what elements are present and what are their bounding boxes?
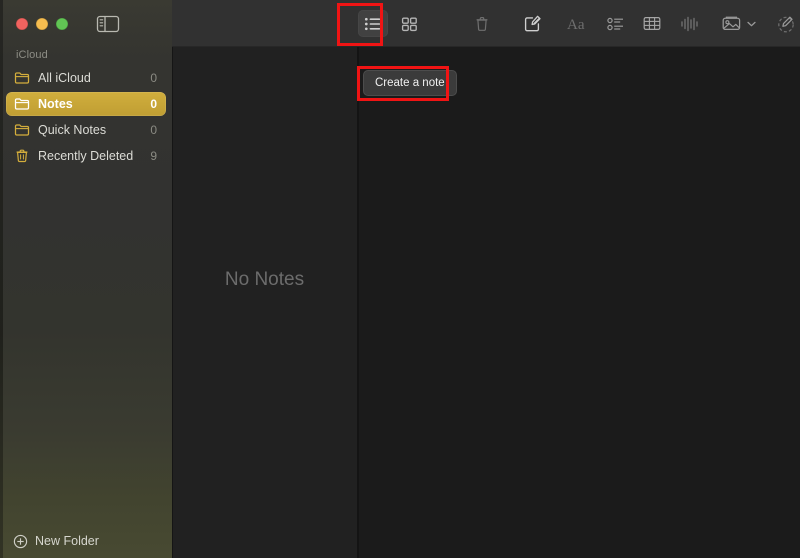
sidebar-section-header: iCloud [16, 49, 48, 61]
sidebar-item-count: 0 [150, 123, 157, 137]
compose-note-button[interactable] [518, 10, 546, 37]
sidebar: iCloud All iCloud 0 [0, 0, 172, 558]
minimize-button[interactable] [36, 18, 48, 30]
list-view-button[interactable] [358, 10, 388, 37]
sidebar-item-count: 0 [150, 71, 157, 85]
new-folder-label: New Folder [35, 534, 99, 548]
markup-icon [777, 15, 796, 33]
sidebar-item-notes[interactable]: Notes 0 [6, 92, 166, 116]
audio-icon [680, 16, 700, 32]
table-icon [643, 16, 661, 31]
gallery-view-button[interactable] [395, 10, 423, 37]
note-editor[interactable] [359, 47, 800, 558]
folder-list: All iCloud 0 Notes 0 [6, 66, 166, 170]
trash-icon [474, 15, 490, 33]
close-button[interactable] [16, 18, 28, 30]
format-text-button[interactable]: Aa [564, 10, 592, 37]
sidebar-left-edge [0, 0, 3, 558]
sidebar-item-label: Quick Notes [38, 123, 144, 137]
plus-circle-icon [13, 534, 28, 549]
toolbar: Aa [172, 0, 800, 47]
table-button[interactable] [639, 10, 665, 37]
notes-app-window: iCloud All iCloud 0 [0, 0, 800, 558]
sidebar-item-count: 9 [150, 149, 157, 163]
compose-note-icon [523, 15, 542, 33]
delete-note-button[interactable] [469, 10, 495, 37]
trash-icon [14, 148, 30, 164]
sidebar-item-label: Recently Deleted [38, 149, 144, 163]
sidebar-item-label: Notes [38, 97, 144, 111]
sidebar-item-quick-notes[interactable]: Quick Notes 0 [6, 118, 166, 142]
chevron-down-icon [747, 21, 756, 27]
traffic-lights [16, 18, 68, 30]
note-list-column[interactable]: No Notes [172, 47, 357, 558]
format-text-icon: Aa [566, 16, 590, 32]
folder-icon [14, 96, 30, 112]
empty-state-label: No Notes [172, 269, 357, 291]
tooltip: Create a note [363, 70, 457, 96]
sidebar-toggle-icon[interactable] [96, 14, 120, 34]
media-icon [722, 15, 744, 32]
sidebar-item-recently-deleted[interactable]: Recently Deleted 9 [6, 144, 166, 168]
folder-icon [14, 70, 30, 86]
checklist-icon [607, 16, 625, 32]
folder-icon [14, 122, 30, 138]
sidebar-item-count: 0 [150, 97, 157, 111]
svg-text:Aa: Aa [567, 17, 585, 32]
sidebar-item-label: All iCloud [38, 71, 144, 85]
sidebar-list-divider [172, 47, 173, 558]
gallery-view-icon [401, 16, 418, 32]
markup-button[interactable] [772, 10, 800, 37]
checklist-button[interactable] [602, 10, 630, 37]
maximize-button[interactable] [56, 18, 68, 30]
audio-button[interactable] [677, 10, 703, 37]
list-view-icon [364, 16, 382, 32]
media-button[interactable] [719, 10, 759, 37]
sidebar-item-all-icloud[interactable]: All iCloud 0 [6, 66, 166, 90]
new-folder-button[interactable]: New Folder [0, 524, 172, 558]
